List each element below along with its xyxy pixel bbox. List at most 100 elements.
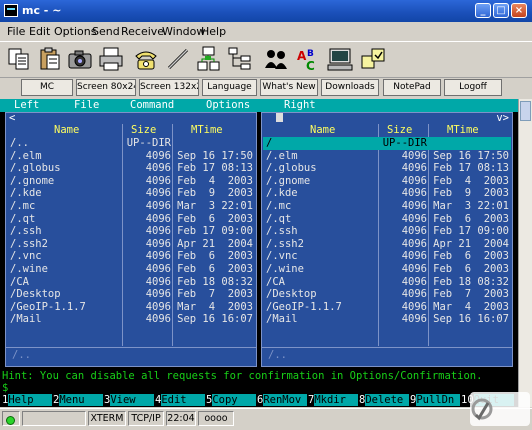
file-row[interactable]: /.wine 4096 Feb 6 2003 [7,263,255,276]
pen-icon[interactable] [165,46,191,72]
right-panel-corner[interactable]: v> [496,112,509,124]
file-row[interactable]: /.gnome 4096 Feb 4 2003 [263,175,511,188]
fkey-delete[interactable]: 8Delete [359,394,410,407]
fkey-renmov[interactable]: 6RenMov [257,394,308,407]
watermark-logo [470,392,530,426]
menu-edit[interactable]: Edit [29,25,50,38]
right-file-panel[interactable]: v> Name Size MTime /.. / UP--DIR /.elm 4096… [261,112,513,367]
file-row[interactable]: /.vnc 4096 Feb 6 2003 [263,250,511,263]
tree-icon[interactable] [227,46,253,72]
file-row[interactable]: /.kde 4096 Feb 9 2003 [7,187,255,200]
language-button[interactable]: Language [202,79,257,96]
copy-icon[interactable] [6,46,32,72]
file-name: /.qt [266,212,292,225]
logoff-button[interactable]: Logoff [444,79,502,96]
file-row[interactable]: /.qt 4096 Feb 6 2003 [7,213,255,226]
file-row[interactable]: /.qt 4096 Feb 6 2003 [263,213,511,226]
file-row[interactable]: /Mail 4096 Sep 16 16:07 [263,313,511,326]
whats-new-button[interactable]: What's New [260,79,318,96]
menu-window[interactable]: Window [162,25,205,38]
mc-menu-right[interactable]: Right [284,99,316,111]
paste-icon[interactable] [37,46,63,72]
file-mtime: Feb 6 2003 [433,212,509,225]
fkey-pulldn[interactable]: 9PullDn [410,394,461,407]
title-bar[interactable]: mc - ~ _ □ × [0,0,532,22]
fkey-help[interactable]: 1Help [2,394,53,407]
file-row[interactable]: /Mail 4096 Sep 16 16:07 [7,313,255,326]
file-row[interactable]: /.vnc 4096 Feb 6 2003 [7,250,255,263]
network-icon[interactable] [195,46,221,72]
fkey-view[interactable]: 3View [104,394,155,407]
file-row[interactable]: /.ssh 4096 Feb 17 09:00 [7,225,255,238]
file-row[interactable]: /.. UP--DIR [7,137,255,150]
right-col-mtime[interactable]: MTime [447,124,479,137]
menu-help[interactable]: Help [201,25,226,38]
file-row[interactable]: /.gnome 4096 Feb 4 2003 [7,175,255,188]
right-panel-scroll-marker[interactable] [276,113,283,122]
terminal-app-icon[interactable] [4,4,18,17]
fkey-copy[interactable]: 5Copy [206,394,257,407]
file-row[interactable]: /Desktop 4096 Feb 7 2003 [7,288,255,301]
right-col-name[interactable]: Name [310,124,335,137]
notepad-button[interactable]: NotePad [383,79,441,96]
print-icon[interactable] [98,46,124,72]
file-row[interactable]: /GeoIP-1.1.7 4096 Mar 4 2003 [7,301,255,314]
screen-80x24-button[interactable]: Screen 80x24 [76,79,136,96]
file-mtime: Apr 21 2004 [177,237,253,250]
file-row[interactable]: /.globus 4096 Feb 17 08:13 [263,162,511,175]
file-row[interactable]: /CA 4096 Feb 18 08:32 [7,276,255,289]
file-row[interactable]: /Desktop 4096 Feb 7 2003 [263,288,511,301]
file-name: /GeoIP-1.1.7 [266,300,342,313]
fkey-edit[interactable]: 4Edit [155,394,206,407]
mc-menu-file[interactable]: File [74,99,99,111]
mc-menu-left[interactable]: Left [14,99,39,111]
file-row[interactable]: /.mc 4096 Mar 3 22:01 [263,200,511,213]
file-row[interactable]: /.ssh2 4096 Apr 21 2004 [263,238,511,251]
terminal-scrollbar[interactable] [518,99,532,407]
fkey-menu[interactable]: 2Menu [53,394,104,407]
left-panel-divider [6,347,256,348]
monitor-icon[interactable] [327,46,353,72]
left-col-size[interactable]: Size [131,124,156,137]
downloads-button[interactable]: Downloads [321,79,379,96]
maximize-button[interactable]: □ [493,3,509,18]
terminal-screen[interactable]: Left File Command Options Right < Name S… [0,99,518,407]
phone-icon[interactable] [133,46,159,72]
mc-menu-command[interactable]: Command [130,99,174,111]
camera-icon[interactable] [67,46,93,72]
left-col-name[interactable]: Name [54,124,79,137]
file-row[interactable]: /.mc 4096 Mar 3 22:01 [7,200,255,213]
file-row[interactable]: / UP--DIR [263,137,511,150]
menu-receive[interactable]: Receive [121,25,164,38]
file-row[interactable]: /CA 4096 Feb 18 08:32 [263,276,511,289]
file-row[interactable]: /.wine 4096 Feb 6 2003 [263,263,511,276]
left-file-panel[interactable]: < Name Size MTime /.. /.. UP--DIR /.elm 409… [5,112,257,367]
minimize-button[interactable]: _ [475,3,491,18]
screen-132x24-button[interactable]: Screen 132x24 [139,79,199,96]
fkey-mkdir[interactable]: 7Mkdir [308,394,359,407]
menu-file[interactable]: File [7,25,25,38]
menu-bar: File Edit Options Send Receive Window He… [0,23,532,40]
scrollbar-thumb[interactable] [520,101,531,121]
close-button[interactable]: × [511,3,527,18]
menu-send[interactable]: Send [92,25,120,38]
shell-prompt[interactable]: $ [2,382,8,394]
mc-menu-options[interactable]: Options [206,99,250,111]
mc-button[interactable]: MC [21,79,73,96]
file-row[interactable]: /.ssh 4096 Feb 17 09:00 [263,225,511,238]
file-row[interactable]: /.ssh2 4096 Apr 21 2004 [7,238,255,251]
keys-icon[interactable] [360,46,386,72]
file-row[interactable]: /.elm 4096 Sep 16 17:50 [7,150,255,163]
people-icon[interactable] [263,46,289,72]
file-row[interactable]: /.kde 4096 Feb 9 2003 [263,187,511,200]
right-col-size[interactable]: Size [387,124,412,137]
application-window: mc - ~ _ □ × File Edit Options Send Rece… [0,0,532,429]
file-row[interactable]: /.elm 4096 Sep 16 17:50 [263,150,511,163]
file-row[interactable]: /GeoIP-1.1.7 4096 Mar 4 2003 [263,301,511,314]
left-col-mtime[interactable]: MTime [191,124,223,137]
file-mtime: Feb 7 2003 [433,288,509,301]
left-panel-corner[interactable]: < [9,112,15,124]
file-row[interactable]: /.globus 4096 Feb 17 08:13 [7,162,255,175]
spell-check-icon[interactable]: A B C [296,46,322,72]
menu-options[interactable]: Options [54,25,96,38]
